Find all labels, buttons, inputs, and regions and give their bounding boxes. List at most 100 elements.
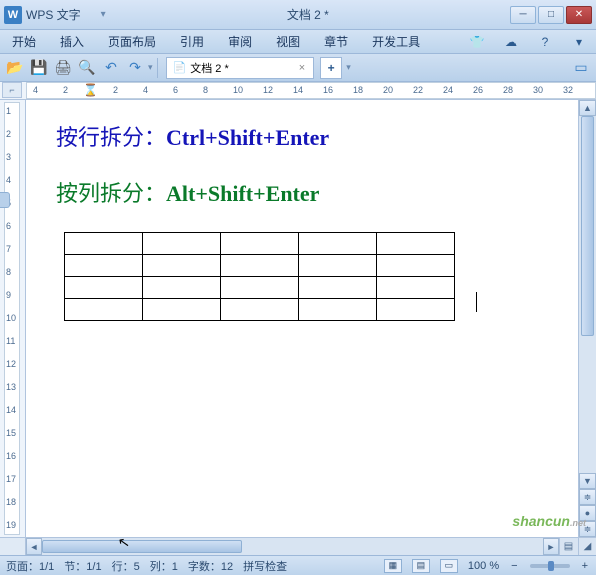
ruler-corner-icon[interactable]: ⌐ — [2, 82, 22, 98]
prev-page-button[interactable]: ≑ — [579, 489, 596, 505]
ruler-tick: 7 — [6, 244, 11, 254]
status-bar: 页面：1/1 节：1/1 行：5 列：1 字数：12 拼写检查 ▦ ▤ ▭ 10… — [0, 555, 596, 575]
table-row[interactable] — [65, 299, 455, 321]
hscroll-thumb[interactable] — [42, 540, 242, 553]
ruler-tick: 24 — [443, 85, 453, 95]
status-row[interactable]: 行：5 — [112, 558, 140, 574]
skin-icon[interactable]: 👕 — [468, 33, 486, 51]
menu-insert[interactable]: 插入 — [56, 31, 88, 52]
vscroll-thumb[interactable] — [581, 116, 594, 336]
ruler-tick: 26 — [473, 85, 483, 95]
print-button[interactable]: 🖨 — [52, 57, 74, 79]
text-caret — [476, 292, 477, 312]
menu-bar: 开始 插入 页面布局 引用 审阅 视图 章节 开发工具 👕 ☁ ? ▾ — [0, 30, 596, 54]
page-area: 按行拆分：Ctrl+Shift+Enter 按列拆分：Alt+Shift+Ent… — [26, 100, 596, 537]
zoom-value[interactable]: 100 % — [468, 560, 499, 572]
tab-list-icon[interactable]: ▾ — [346, 62, 351, 73]
ruler-tick: 19 — [6, 520, 16, 530]
ruler-tick: 12 — [263, 85, 273, 95]
app-logo-icon: W — [4, 6, 22, 24]
status-page[interactable]: 页面：1/1 — [6, 558, 54, 574]
ruler-tick: 10 — [6, 313, 16, 323]
document-title: 文档 2 * — [106, 6, 510, 23]
document-tab[interactable]: 📄 文档 2 * × — [166, 57, 315, 79]
ruler-tick: 12 — [6, 359, 16, 369]
scroll-left-button[interactable]: ◄ — [26, 538, 42, 555]
undo-button[interactable]: ↶ — [100, 57, 122, 79]
ruler-tick: 11 — [6, 336, 15, 346]
redo-button[interactable]: ↷ — [124, 57, 146, 79]
open-button[interactable]: 📂 — [4, 57, 26, 79]
ruler-tick: 2 — [63, 85, 68, 95]
menu-view[interactable]: 视图 — [272, 31, 304, 52]
menu-section[interactable]: 章节 — [320, 31, 352, 52]
indent-marker-icon[interactable]: ⌛ — [83, 83, 98, 97]
menu-references[interactable]: 引用 — [176, 31, 208, 52]
minimize-button[interactable]: ─ — [510, 6, 536, 24]
line1-keys: Ctrl+Shift+Enter — [166, 125, 329, 150]
scroll-right-button[interactable]: ► — [543, 538, 559, 555]
add-tab-button[interactable]: + — [320, 57, 342, 79]
menu-dropdown-icon[interactable]: ▾ — [570, 33, 588, 51]
ruler-tick: 4 — [143, 85, 148, 95]
ruler-tick: 3 — [6, 152, 11, 162]
view-mode-outline-icon[interactable]: ▤ — [412, 559, 430, 573]
side-panel-tab[interactable] — [0, 192, 10, 208]
vscroll-track[interactable] — [579, 116, 596, 473]
document-page[interactable]: 按行拆分：Ctrl+Shift+Enter 按列拆分：Alt+Shift+Ent… — [26, 100, 578, 537]
ruler-tick: 10 — [233, 85, 243, 95]
title-bar: W WPS 文字 ▾ 文档 2 * ─ □ ✕ — [0, 0, 596, 30]
zoom-slider[interactable] — [530, 564, 570, 568]
horizontal-ruler[interactable]: ⌐ ⌛ 4 2 2 4 6 8 10 12 14 16 18 20 22 24 … — [0, 82, 596, 100]
ruler-tick: 1 — [6, 106, 11, 116]
status-section[interactable]: 节：1/1 — [64, 558, 101, 574]
ruler-tick: 4 — [33, 85, 38, 95]
toolbar: 📂 💾 🖨 🔍 ↶ ↷ ▾ 📄 文档 2 * × + ▾ ▭ — [0, 54, 596, 82]
hscroll-track[interactable] — [42, 538, 543, 555]
ruler-tick: 17 — [6, 474, 16, 484]
ruler-tick: 22 — [413, 85, 423, 95]
scroll-down-button[interactable]: ▼ — [579, 473, 596, 489]
tab-close-icon[interactable]: × — [297, 62, 307, 74]
zoom-in-button[interactable]: + — [580, 560, 590, 572]
print-preview-button[interactable]: 🔍 — [76, 57, 98, 79]
zoom-slider-thumb[interactable] — [548, 561, 554, 571]
status-words[interactable]: 字数：12 — [188, 558, 233, 574]
toolbar-more-icon[interactable]: ▾ — [148, 62, 153, 73]
corner-icon[interactable]: ◢ — [578, 538, 596, 555]
task-pane-button[interactable]: ▭ — [570, 57, 592, 79]
split-view-icon[interactable]: ▤ — [559, 538, 577, 555]
cloud-icon[interactable]: ☁ — [502, 33, 520, 51]
menu-dev-tools[interactable]: 开发工具 — [368, 31, 424, 52]
vertical-ruler[interactable]: 1 2 3 4 5 6 7 8 9 10 11 12 13 14 15 16 1… — [0, 100, 26, 537]
ruler-tick: 30 — [533, 85, 543, 95]
ruler-tick: 8 — [6, 267, 11, 277]
table-row[interactable] — [65, 255, 455, 277]
ruler-tick: 28 — [503, 85, 513, 95]
close-button[interactable]: ✕ — [566, 6, 592, 24]
save-button[interactable]: 💾 — [28, 57, 50, 79]
app-name: WPS 文字 — [26, 6, 81, 23]
maximize-button[interactable]: □ — [538, 6, 564, 24]
table-row[interactable] — [65, 277, 455, 299]
menu-review[interactable]: 审阅 — [224, 31, 256, 52]
line2-keys: Alt+Shift+Enter — [166, 181, 319, 206]
scroll-up-button[interactable]: ▲ — [579, 100, 596, 116]
help-icon[interactable]: ? — [536, 33, 554, 51]
browse-object-button[interactable]: ● — [579, 505, 596, 521]
view-mode-print-icon[interactable]: ▦ — [384, 559, 402, 573]
menu-start[interactable]: 开始 — [8, 31, 40, 52]
status-col[interactable]: 列：1 — [150, 558, 178, 574]
ruler-tick: 20 — [383, 85, 393, 95]
view-mode-web-icon[interactable]: ▭ — [440, 559, 458, 573]
status-spellcheck[interactable]: 拼写检查 — [243, 558, 287, 574]
vertical-scrollbar[interactable]: ▲ ▼ ≑ ● ≑ — [578, 100, 596, 537]
horizontal-scrollbar-row: ◄ ► ▤ ◢ — [0, 537, 596, 555]
ruler-tick: 32 — [563, 85, 573, 95]
menu-page-layout[interactable]: 页面布局 — [104, 31, 160, 52]
table-row[interactable] — [65, 233, 455, 255]
ruler-tick: 4 — [6, 175, 11, 185]
document-table[interactable] — [64, 232, 455, 321]
next-page-button[interactable]: ≑ — [579, 521, 596, 537]
zoom-out-button[interactable]: − — [509, 560, 519, 572]
